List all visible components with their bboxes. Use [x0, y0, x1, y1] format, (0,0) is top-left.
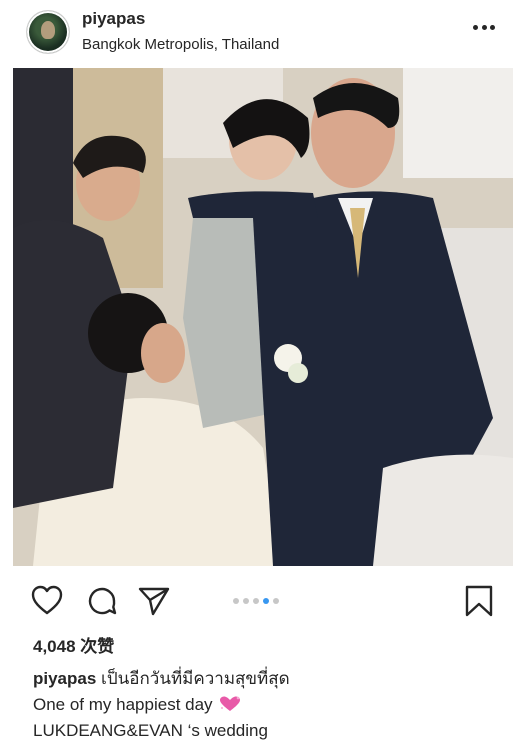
caption-line-1: piyapas เป็นอีกวันที่มีความสุขที่สุด — [33, 666, 503, 692]
post-location[interactable]: Bangkok Metropolis, Thailand — [82, 36, 279, 53]
caption-line-2: One of my happiest day — [33, 692, 503, 718]
carousel-dot — [243, 598, 249, 604]
carousel-dot — [253, 598, 259, 604]
post-header: piyapas Bangkok Metropolis, Thailand — [0, 0, 525, 68]
heart-icon[interactable] — [31, 585, 63, 615]
more-horizontal-icon[interactable] — [473, 25, 495, 31]
caption-wedding-text: LUKDEANG&EVAN ‘s wedding — [33, 721, 268, 740]
sparkling-heart-icon — [219, 694, 241, 711]
wedding-photo-illustration — [13, 68, 513, 566]
carousel-dot — [263, 598, 269, 604]
carousel-dot — [233, 598, 239, 604]
carousel-indicator — [233, 598, 279, 604]
caption-line-3: LUKDEANG&EVAN ‘s wedding — [33, 718, 503, 744]
carousel-dot — [273, 598, 279, 604]
caption-thai-text: เป็นอีกวันที่มีความสุขที่สุด — [101, 669, 290, 688]
avatar[interactable] — [27, 11, 69, 53]
post-caption: piyapas เป็นอีกวันที่มีความสุขที่สุด One… — [33, 666, 503, 744]
bookmark-icon[interactable] — [464, 585, 494, 617]
caption-english-text: One of my happiest day — [33, 695, 213, 714]
comment-icon[interactable] — [86, 585, 118, 617]
post-username[interactable]: piyapas — [82, 9, 145, 29]
caption-username[interactable]: piyapas — [33, 669, 96, 688]
post-photo[interactable] — [13, 68, 513, 566]
likes-count[interactable]: 4,048 次赞 — [33, 632, 114, 657]
send-icon[interactable] — [138, 586, 170, 616]
